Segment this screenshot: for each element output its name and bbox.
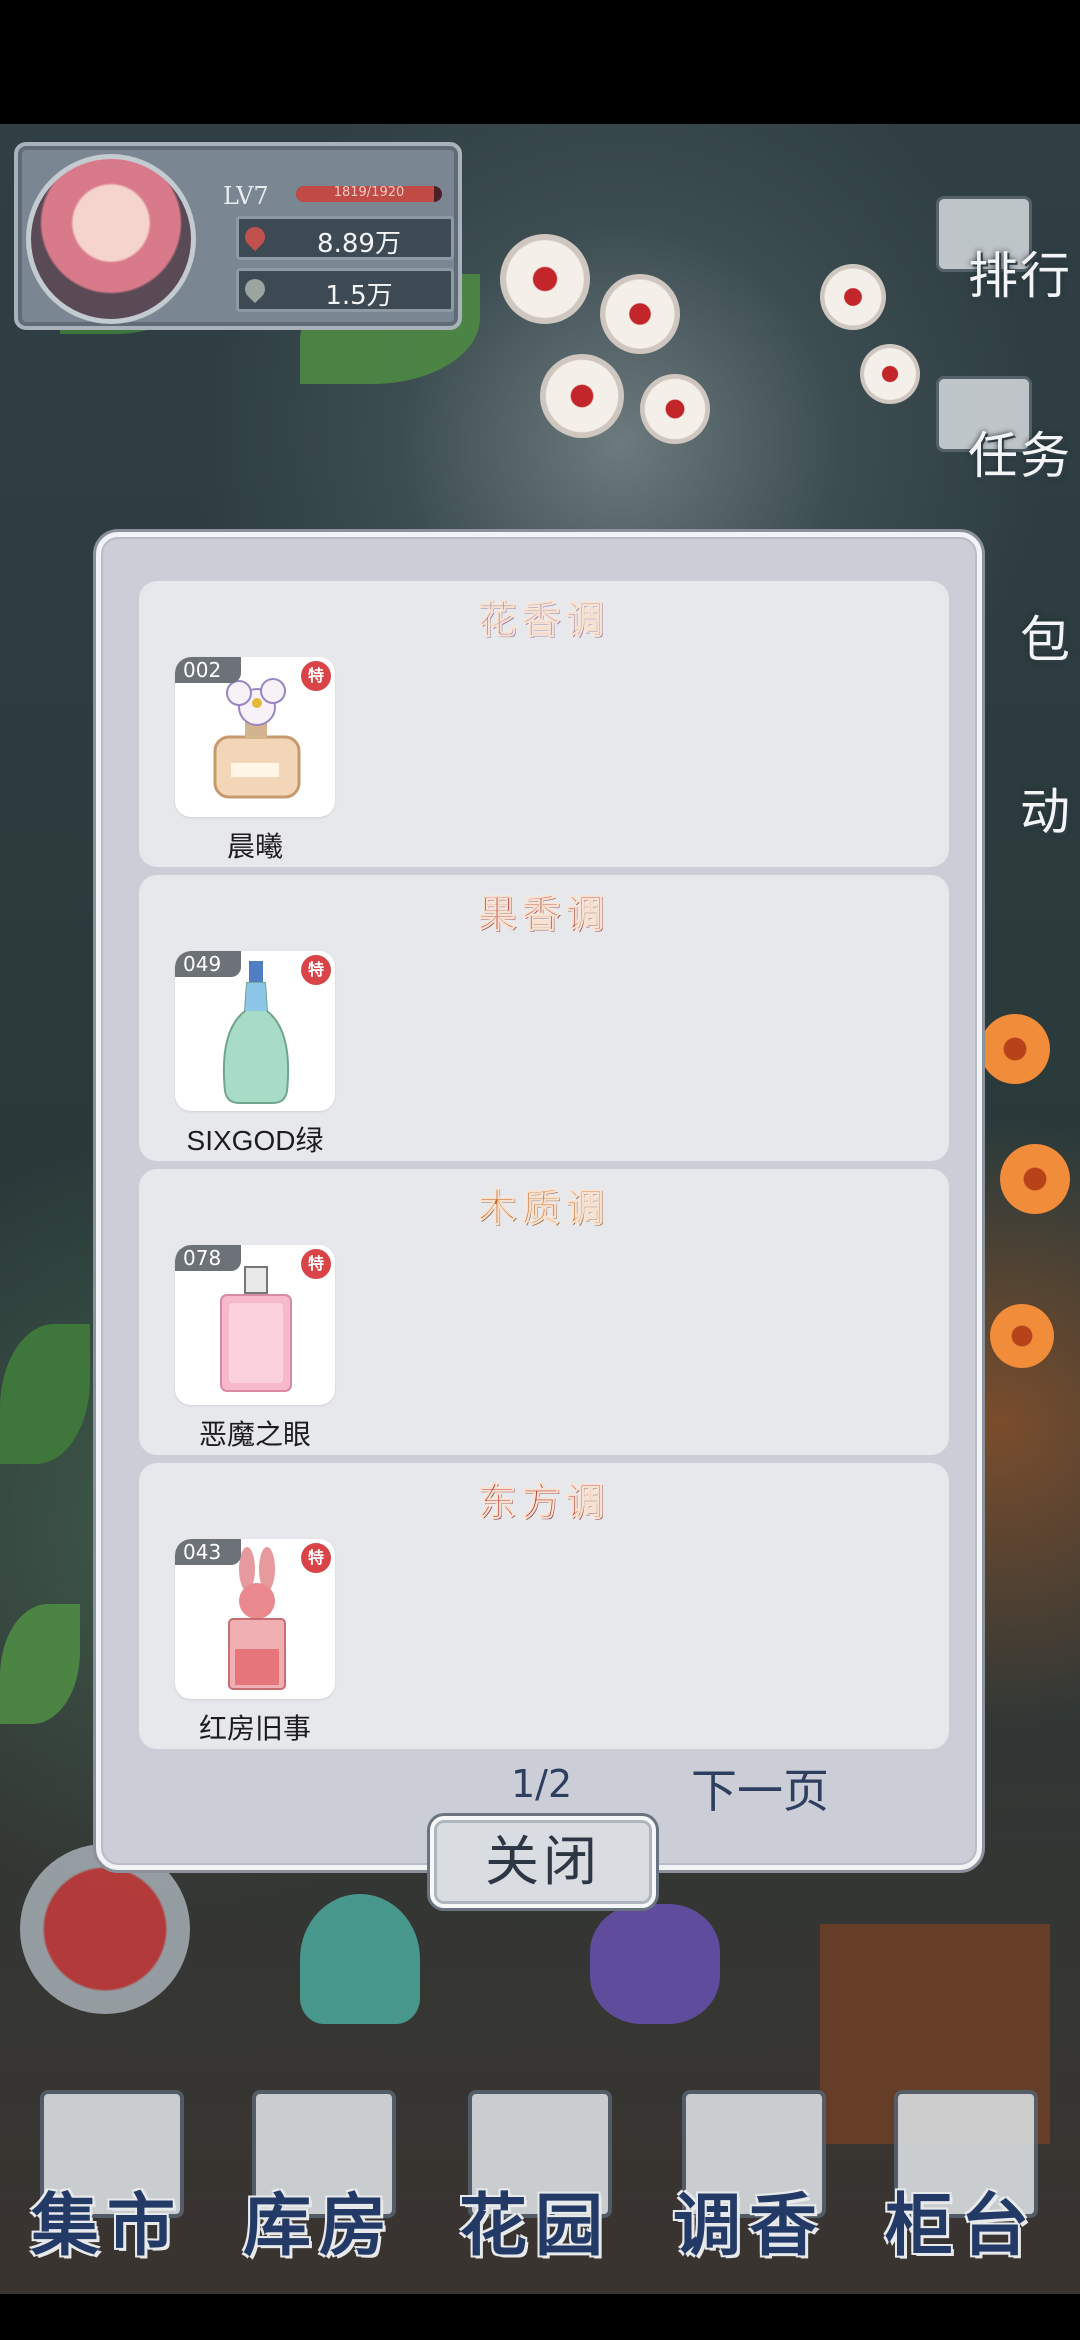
perfume-collection-modal: 花香调 002 特 晨曦 果香调 049 特 SIXGOD绿 木质调 078 特… bbox=[96, 532, 982, 1870]
section-title: 木质调 bbox=[477, 1185, 610, 1231]
nav-label: 调香 bbox=[672, 2186, 825, 2266]
player-level: LV7 bbox=[223, 182, 269, 210]
flower-decoration bbox=[500, 234, 590, 324]
close-button[interactable]: 关闭 bbox=[430, 1816, 656, 1908]
side-menu-label: 包 bbox=[1020, 611, 1072, 669]
flower-decoration bbox=[1000, 1144, 1070, 1214]
currency-1-value: 8.89万 bbox=[317, 229, 401, 259]
nav-blend[interactable]: 调香 bbox=[664, 2090, 834, 2280]
perfume-name: 红房旧事 bbox=[198, 1713, 311, 1744]
perfume-name: 恶魔之眼 bbox=[198, 1419, 311, 1450]
currency-row-2: 1.5万 bbox=[236, 268, 454, 312]
player-panel[interactable]: LV7 1819/1920 8.89万 1.5万 bbox=[14, 142, 462, 330]
section-title: 东方调 bbox=[477, 1479, 610, 1525]
perfume-card[interactable]: 078 特 bbox=[175, 1245, 335, 1405]
section-title: 花香调 bbox=[477, 597, 610, 643]
status-bar bbox=[0, 0, 1080, 124]
section-title: 果香调 bbox=[477, 891, 610, 937]
special-tag-badge: 特 bbox=[301, 661, 331, 691]
nav-label: 库房 bbox=[242, 2186, 395, 2266]
bottom-navigation: 集市 库房 花园 调香 柜台 bbox=[0, 2080, 1080, 2294]
side-menu-label: 动 bbox=[1020, 783, 1072, 841]
xp-progress-bar: 1819/1920 bbox=[296, 186, 442, 202]
page-indicator: 1/2 bbox=[511, 1762, 573, 1806]
item-number-badge: 002 bbox=[175, 657, 241, 683]
special-tag-badge: 特 bbox=[301, 955, 331, 985]
perfume-card[interactable]: 049 特 bbox=[175, 951, 335, 1111]
nav-counter[interactable]: 柜台 bbox=[876, 2090, 1046, 2280]
perfume-item[interactable]: 078 特 恶魔之眼 bbox=[175, 1245, 335, 1450]
flower-decoration bbox=[820, 264, 886, 330]
nav-garden[interactable]: 花园 bbox=[450, 2090, 620, 2280]
item-number-badge: 043 bbox=[175, 1539, 241, 1565]
side-menu-label: 任务 bbox=[968, 427, 1072, 485]
side-menu-rank[interactable]: 排行 bbox=[922, 196, 1072, 336]
section-woody: 木质调 078 特 恶魔之眼 bbox=[139, 1169, 949, 1455]
item-number-badge: 078 bbox=[175, 1245, 241, 1271]
perfume-card[interactable]: 043 特 bbox=[175, 1539, 335, 1699]
leaf-decoration bbox=[0, 1324, 90, 1464]
item-number-badge: 049 bbox=[175, 951, 241, 977]
nav-label: 集市 bbox=[30, 2186, 183, 2266]
flower-decoration bbox=[980, 1014, 1050, 1084]
perfume-name: 晨曦 bbox=[226, 831, 283, 862]
flower-decoration bbox=[600, 274, 680, 354]
leaf-icon bbox=[240, 274, 270, 304]
flower-decoration bbox=[640, 374, 710, 444]
nav-market[interactable]: 集市 bbox=[22, 2090, 192, 2280]
xp-text: 1819/1920 bbox=[333, 186, 405, 200]
special-tag-badge: 特 bbox=[301, 1249, 331, 1279]
nav-label: 花园 bbox=[458, 2186, 611, 2266]
flower-decoration bbox=[860, 344, 920, 404]
nav-warehouse[interactable]: 库房 bbox=[234, 2090, 404, 2280]
leaf-decoration bbox=[0, 1604, 80, 1724]
side-menu-tasks[interactable]: 任务 bbox=[922, 376, 1072, 516]
currency-row-1: 8.89万 bbox=[236, 216, 454, 260]
section-oriental: 东方调 043 特 红房旧事 bbox=[139, 1463, 949, 1749]
next-page-button[interactable]: 下一页 bbox=[691, 1755, 829, 1821]
flask-decoration bbox=[590, 1904, 720, 2024]
flower-decoration bbox=[540, 354, 624, 438]
perfume-name: SIXGOD绿 bbox=[186, 1125, 324, 1156]
petal-icon bbox=[240, 222, 270, 252]
flower-decoration bbox=[990, 1304, 1054, 1368]
nav-label: 柜台 bbox=[884, 2186, 1037, 2266]
section-fruity: 果香调 049 特 SIXGOD绿 bbox=[139, 875, 949, 1161]
currency-2-value: 1.5万 bbox=[325, 281, 393, 311]
perfume-card[interactable]: 002 特 bbox=[175, 657, 335, 817]
side-menu-label: 排行 bbox=[968, 247, 1072, 305]
special-tag-badge: 特 bbox=[301, 1543, 331, 1573]
avatar[interactable] bbox=[26, 154, 196, 324]
section-floral: 花香调 002 特 晨曦 bbox=[139, 581, 949, 867]
perfume-item[interactable]: 049 特 SIXGOD绿 bbox=[175, 951, 335, 1156]
navigation-bar bbox=[0, 2294, 1080, 2340]
perfume-item[interactable]: 002 特 晨曦 bbox=[175, 657, 335, 862]
flask-decoration bbox=[300, 1894, 420, 2024]
perfume-item[interactable]: 043 特 红房旧事 bbox=[175, 1539, 335, 1744]
